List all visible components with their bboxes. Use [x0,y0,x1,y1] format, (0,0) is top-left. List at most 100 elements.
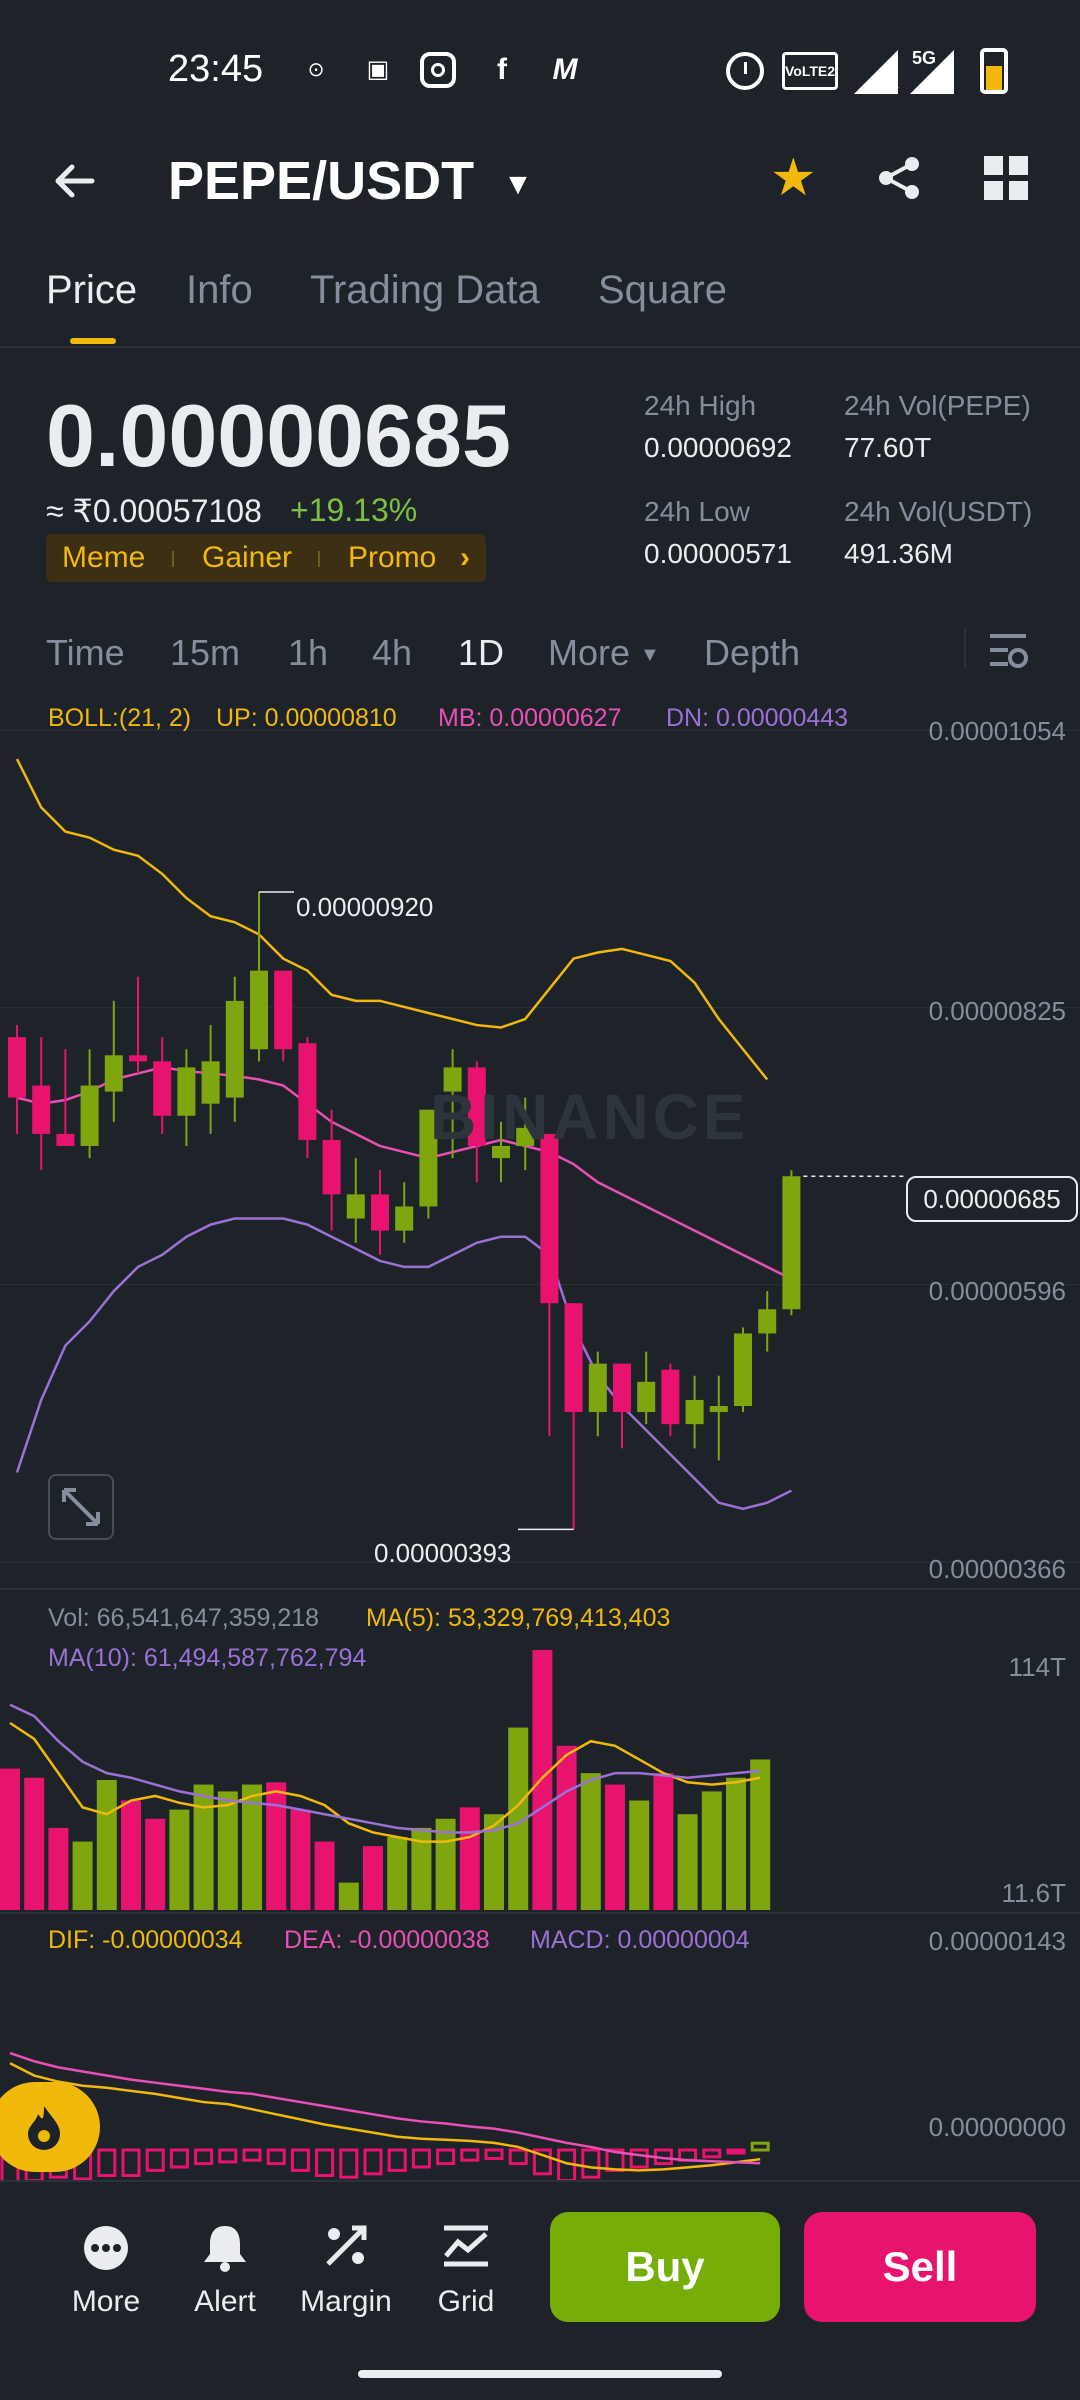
macd-y-tick: 0.00000143 [928,1926,1066,1956]
tab-info[interactable]: Info [186,268,253,313]
status-time: 23:45 [168,48,264,90]
macd-histogram-bar [436,2148,456,2166]
candle-body [371,1194,389,1231]
volume-bar [266,1782,287,1910]
low-label: 24h Low [644,496,750,527]
network-label: 5G [912,48,937,68]
high-annotation: 0.00000920 [296,892,434,922]
candle-body [709,1406,728,1413]
macd-histogram-bar [339,2148,359,2179]
volume-bar [580,1773,601,1910]
macd-histogram-bar [194,2148,214,2166]
boll-dn-line [15,1217,792,1511]
tab-bar [0,262,1080,348]
vol-quote-value: 491.36M [844,538,953,569]
interval-15m[interactable]: 15m [170,632,240,674]
macd-histogram-bar [484,2148,504,2160]
candle-body [177,1067,196,1116]
tab-active-indicator [70,338,116,344]
candle-body [32,1085,51,1134]
candle-body [564,1303,583,1413]
last-price: 0.00000685 [46,386,511,485]
share-icon[interactable] [876,154,924,202]
zee5-icon: ⊙ [307,59,325,81]
divider [964,628,966,668]
grid-bot-icon[interactable] [442,2224,490,2268]
macd-histogram-bar [218,2148,238,2164]
boll-label: BOLL:(21, 2) [48,704,192,732]
volume-bar [217,1791,238,1910]
macd-histogram-bar [169,2148,189,2169]
expand-icon [62,1488,100,1526]
more-dots-icon [84,2226,128,2270]
tag-gainer[interactable]: Gainer [202,541,292,575]
macd-histogram-bar [121,2148,141,2177]
candle-body [274,970,293,1050]
favorite-star-icon[interactable]: ★ [770,152,822,204]
floating-action-button[interactable] [0,2082,100,2172]
fullscreen-button[interactable] [48,1474,114,1540]
interval-time[interactable]: Time [46,632,125,674]
grid-menu-icon[interactable] [984,156,1028,200]
volume-bar [72,1841,93,1910]
buy-button[interactable]: Buy [550,2212,780,2322]
macd-histogram-bar [508,2148,528,2166]
volume-bar [556,1745,577,1910]
volume-chart [0,1650,771,1910]
interval-1h[interactable]: 1h [288,632,328,674]
sell-button[interactable]: Sell [804,2212,1036,2322]
margin-label[interactable]: Margin [286,2285,406,2319]
tab-price[interactable]: Price [46,268,137,313]
pair-selector[interactable]: PEPE/USDT ▼ [168,150,533,212]
alert-label[interactable]: Alert [165,2285,285,2319]
volume-bar [653,1773,674,1910]
interval-depth[interactable]: Depth [704,632,800,674]
divider [0,1588,1080,1590]
tag-meme[interactable]: Meme [62,541,145,575]
more-button[interactable] [46,2222,166,2282]
price-change: +19.13% [290,492,418,528]
candle-body [250,970,268,1050]
watermark-logo: BINANCE [430,1081,750,1153]
chart-settings-icon[interactable] [988,630,1028,670]
candle-body [153,1061,172,1116]
y-tick-label: 0.00000596 [928,1276,1066,1306]
y-tick-label: 0.00000366 [928,1554,1066,1584]
candle-body [782,1176,801,1310]
fiat-price: ≈ ₹0.00057108 [46,493,262,529]
tab-trading-data[interactable]: Trading Data [310,268,540,313]
volume-bar [290,1809,311,1910]
volume-bar [629,1800,650,1910]
candle-body [8,1037,26,1098]
more-label[interactable]: More [46,2285,166,2319]
bell-icon[interactable] [202,2222,248,2272]
volume-bar [363,1846,383,1910]
back-arrow-icon [55,164,95,198]
margin-percent-icon[interactable] [322,2222,370,2270]
candle-body [322,1139,341,1195]
interval-1d[interactable]: 1D [458,632,504,674]
back-button[interactable] [50,156,100,206]
grid-label[interactable]: Grid [406,2285,526,2319]
tag-promo[interactable]: Promo [348,541,436,575]
home-indicator [358,2370,722,2378]
candle-body [56,1133,75,1146]
macd-histogram-bar [145,2148,165,2172]
instagram-icon [420,52,456,88]
volume-bar [338,1882,359,1910]
candle-body [104,1055,123,1092]
macd-histogram-bar [387,2148,407,2172]
tab-square[interactable]: Square [598,268,727,313]
macd-histogram-bar [411,2148,431,2169]
interval-more[interactable]: More ▼ [548,632,660,674]
battery-icon [980,48,1008,94]
status-bar: 23:45 ⊙ ▣ f M VoLTE2 R 5G [0,0,1080,145]
candle-body [661,1369,680,1425]
chevron-right-icon[interactable]: › [460,541,470,575]
macd-histogram-bar [363,2148,383,2176]
candle-body [80,1085,99,1146]
volume-bar [96,1780,117,1910]
macd-histogram-bar [750,2141,770,2152]
volume-bar [532,1650,553,1910]
interval-4h[interactable]: 4h [372,632,412,674]
